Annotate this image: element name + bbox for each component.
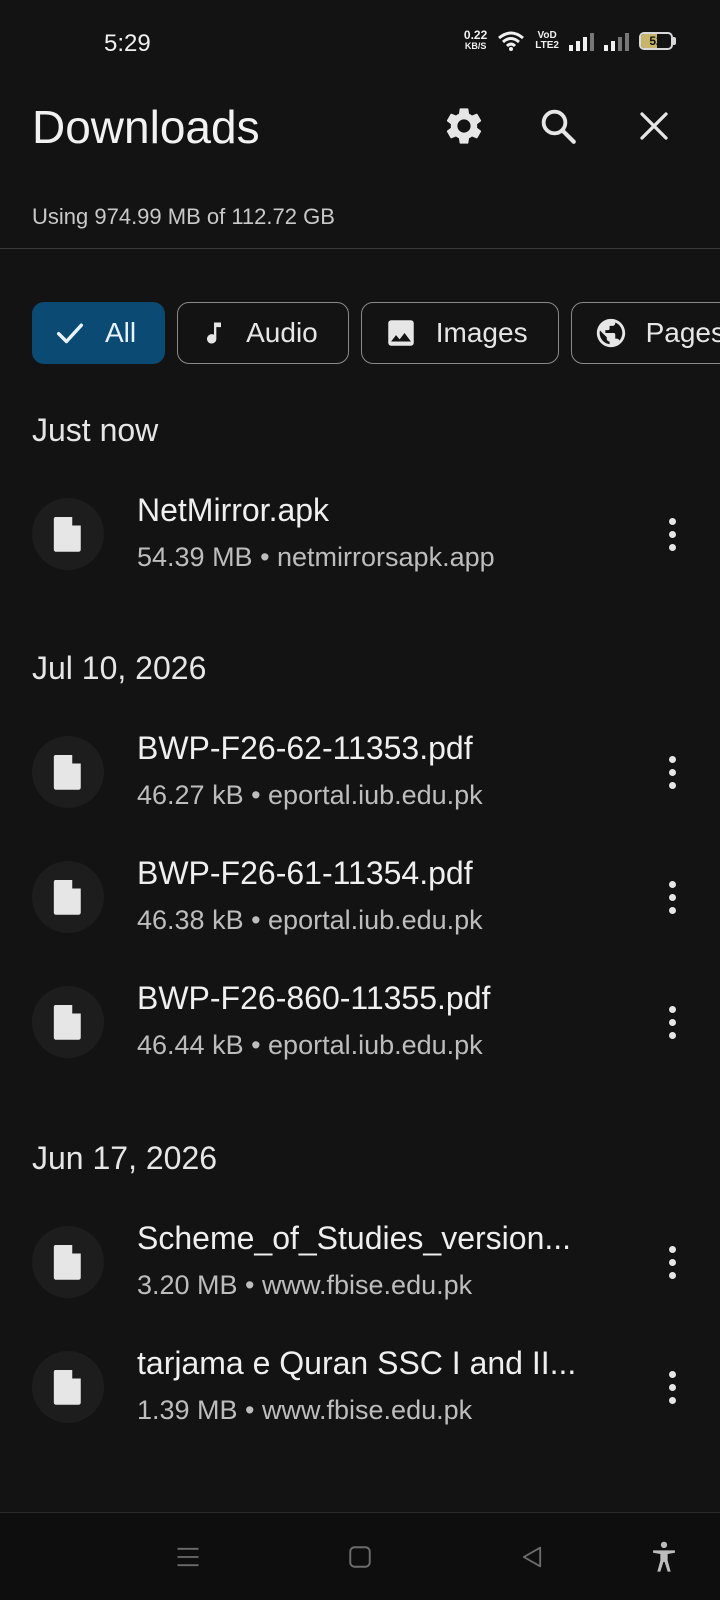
settings-button[interactable]: [436, 98, 492, 154]
file-name: tarjama e Quran SSC I and II...: [137, 1345, 577, 1381]
search-icon: [541, 109, 576, 144]
download-item[interactable]: Scheme_of_Studies_version... 3.20 MB • w…: [0, 1206, 720, 1316]
more-options-button[interactable]: [648, 506, 696, 562]
download-item[interactable]: BWP-F26-61-11354.pdf 46.38 kB • eportal.…: [0, 841, 720, 951]
download-item[interactable]: NetMirror.apk 54.39 MB • netmirrorsapk.a…: [0, 478, 720, 588]
nav-recents-button[interactable]: [162, 1531, 214, 1583]
close-button[interactable]: [626, 98, 682, 154]
search-button[interactable]: [530, 98, 586, 154]
close-icon: [640, 112, 668, 140]
download-item[interactable]: BWP-F26-62-11353.pdf 46.27 kB • eportal.…: [0, 716, 720, 826]
signal-strength-icon: [569, 31, 594, 51]
more-options-button[interactable]: [648, 994, 696, 1050]
section-header-jul-10: Jul 10, 2026: [32, 650, 207, 686]
filter-chips: All Audio Images Pages: [32, 302, 720, 364]
network-speed: 0.22 KB/S: [463, 28, 488, 52]
status-icons: 0.22 KB/S VoD LTE2 52: [463, 28, 676, 52]
file-avatar: [32, 986, 104, 1058]
lte-label: LTE2: [535, 40, 559, 51]
file-meta: 1.39 MB • www.fbise.edu.pk: [137, 1395, 473, 1425]
chip-all-label: All: [105, 317, 137, 348]
chip-audio-label: Audio: [246, 317, 318, 348]
download-item[interactable]: tarjama e Quran SSC I and II... 1.39 MB …: [0, 1331, 720, 1441]
chip-audio[interactable]: Audio: [177, 302, 349, 364]
gear-icon: [446, 108, 482, 144]
accessibility-button[interactable]: [638, 1531, 690, 1583]
file-meta: 46.44 kB • eportal.iub.edu.pk: [137, 1030, 483, 1060]
file-icon: [53, 1370, 81, 1405]
chip-images-label: Images: [435, 317, 528, 348]
back-triangle-icon: [522, 1546, 542, 1568]
file-name: Scheme_of_Studies_version...: [137, 1220, 572, 1256]
image-icon: [388, 320, 414, 346]
more-options-button[interactable]: [648, 1234, 696, 1290]
chip-pages-label: Pages: [645, 317, 720, 348]
battery-level: 52: [649, 34, 663, 48]
more-options-button[interactable]: [648, 869, 696, 925]
file-meta: 46.27 kB • eportal.iub.edu.pk: [137, 780, 483, 810]
storage-usage-text: Using 974.99 MB of 112.72 GB: [32, 204, 335, 229]
file-icon: [53, 880, 81, 915]
status-time: 5:29: [104, 30, 151, 57]
home-square-icon: [349, 1546, 371, 1568]
chip-images[interactable]: Images: [360, 302, 559, 364]
file-icon: [53, 517, 81, 552]
file-icon: [53, 1005, 81, 1040]
status-bar: 5:29 0.22 KB/S VoD LTE2 52: [0, 0, 720, 90]
nav-home-button[interactable]: [334, 1531, 386, 1583]
music-note-icon: [207, 322, 222, 344]
globe-icon: [596, 318, 625, 348]
network-speed-value: 0.22: [463, 28, 488, 42]
section-header-jun-17: Jun 17, 2026: [32, 1140, 218, 1176]
section-header-just-now: Just now: [32, 412, 159, 448]
chip-all[interactable]: All: [32, 302, 166, 364]
menu-icon: [177, 1547, 199, 1567]
header-divider: [0, 248, 720, 249]
download-item[interactable]: BWP-F26-860-11355.pdf 46.44 kB • eportal…: [0, 966, 720, 1076]
wifi-icon: [498, 31, 525, 51]
more-options-button[interactable]: [648, 1359, 696, 1415]
file-icon: [53, 755, 81, 790]
battery-icon: 52: [639, 32, 676, 50]
system-nav-bar: [0, 1512, 720, 1600]
accessibility-icon: [653, 1541, 675, 1572]
chip-pages[interactable]: Pages: [570, 302, 720, 364]
file-avatar: [32, 736, 104, 808]
more-options-button[interactable]: [648, 744, 696, 800]
file-name: NetMirror.apk: [137, 492, 330, 528]
file-icon: [53, 1245, 81, 1280]
signal-strength-icon-2: [604, 31, 629, 51]
file-meta: 54.39 MB • netmirrorsapk.app: [137, 542, 495, 572]
file-avatar: [32, 861, 104, 933]
file-avatar: [32, 498, 104, 570]
file-name: BWP-F26-61-11354.pdf: [137, 855, 473, 891]
nav-back-button[interactable]: [506, 1531, 558, 1583]
file-avatar: [32, 1351, 104, 1423]
network-speed-unit: KB/S: [464, 41, 487, 51]
file-meta: 3.20 MB • www.fbise.edu.pk: [137, 1270, 473, 1300]
file-avatar: [32, 1226, 104, 1298]
file-name: BWP-F26-62-11353.pdf: [137, 730, 473, 766]
page-title: Downloads: [32, 101, 260, 153]
app-bar: Downloads Using 974.99 MB of 112.72 GB: [0, 90, 720, 250]
file-meta: 46.38 kB • eportal.iub.edu.pk: [137, 905, 483, 935]
volte-indicator: VoD LTE2: [535, 31, 559, 51]
file-name: BWP-F26-860-11355.pdf: [137, 980, 491, 1016]
check-icon: [56, 323, 84, 344]
